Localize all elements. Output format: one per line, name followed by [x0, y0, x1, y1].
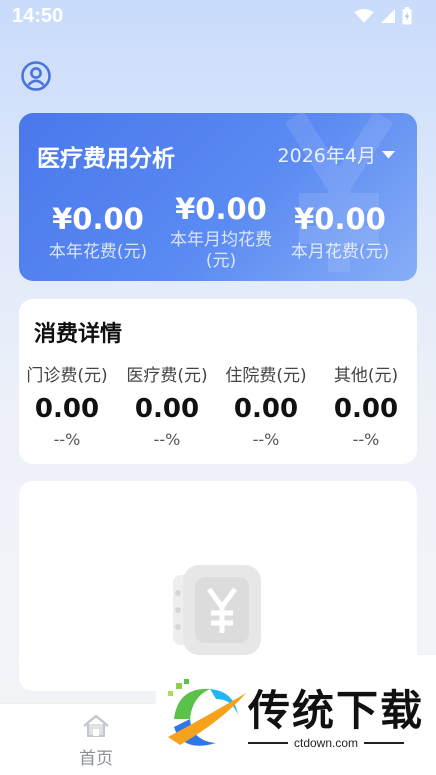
- detail-value: 0.00: [233, 394, 299, 424]
- stat-label: 本年月均花费(元): [170, 230, 272, 271]
- detail-value: 0.00: [34, 394, 100, 424]
- detail-medical: 医疗费(元) 0.00 --%: [119, 361, 215, 449]
- consumption-detail-card: 消费详情 门诊费(元) 0.00 --% 医疗费(元) 0.00 --% 住院费…: [19, 299, 417, 464]
- detail-percent: --%: [352, 430, 380, 449]
- home-icon: [83, 714, 109, 737]
- watermark-url: ctdown.com: [293, 736, 359, 750]
- stat-year-total: ¥0.00 本年花费(元): [33, 202, 163, 263]
- status-time: 14:50: [12, 4, 64, 27]
- detail-label: 其他(元): [333, 366, 399, 386]
- site-watermark: 传统下载 ctdown.com: [156, 655, 436, 775]
- detail-other: 其他(元) 0.00 --%: [318, 361, 414, 449]
- status-bar: 14:50: [0, 0, 436, 32]
- nav-home-label: 首页: [79, 749, 113, 769]
- caret-down-icon: [382, 150, 395, 158]
- detail-label: 门诊费(元): [26, 366, 108, 386]
- detail-percent: --%: [53, 430, 81, 449]
- battery-icon: [402, 7, 412, 25]
- summary-title: 医疗费用分析: [37, 146, 175, 172]
- status-icons: [354, 7, 412, 25]
- stat-value: ¥0.00: [175, 192, 267, 226]
- wifi-icon: [354, 8, 374, 23]
- stat-label: 本年花费(元): [48, 242, 148, 262]
- detail-percent: --%: [153, 430, 181, 449]
- stat-value: ¥0.00: [294, 202, 386, 236]
- detail-value: 0.00: [333, 394, 399, 424]
- stat-month-total: ¥0.00 本月花费(元): [275, 202, 405, 263]
- empty-wallet-icon: [173, 565, 261, 655]
- detail-percent: --%: [252, 430, 280, 449]
- stat-monthly-average: ¥0.00 本年月均花费(元): [155, 192, 287, 272]
- selected-month: 2026年4月: [277, 145, 376, 167]
- detail-hospitalization: 住院费(元) 0.00 --%: [218, 361, 314, 449]
- watermark-logo: [168, 679, 246, 746]
- watermark-brand: 传统下载: [248, 686, 425, 735]
- stat-value: ¥0.00: [52, 202, 144, 236]
- nav-home-tab[interactable]: 首页: [56, 714, 136, 769]
- detail-label: 住院费(元): [225, 366, 307, 386]
- detail-label: 医疗费(元): [126, 366, 208, 386]
- user-profile-icon[interactable]: [20, 60, 52, 92]
- divider: [248, 742, 288, 744]
- stat-label: 本月花费(元): [290, 242, 390, 262]
- signal-icon: [381, 9, 395, 23]
- watermark-url-row: ctdown.com: [248, 736, 404, 750]
- month-selector[interactable]: 2026年4月: [278, 141, 395, 168]
- cost-summary-card: 医疗费用分析 2026年4月 ¥0.00 本年花费(元) ¥0.00 本年月均花…: [19, 113, 417, 281]
- divider: [364, 742, 404, 744]
- detail-value: 0.00: [134, 394, 200, 424]
- detail-outpatient: 门诊费(元) 0.00 --%: [19, 361, 115, 449]
- detail-title: 消费详情: [34, 322, 123, 347]
